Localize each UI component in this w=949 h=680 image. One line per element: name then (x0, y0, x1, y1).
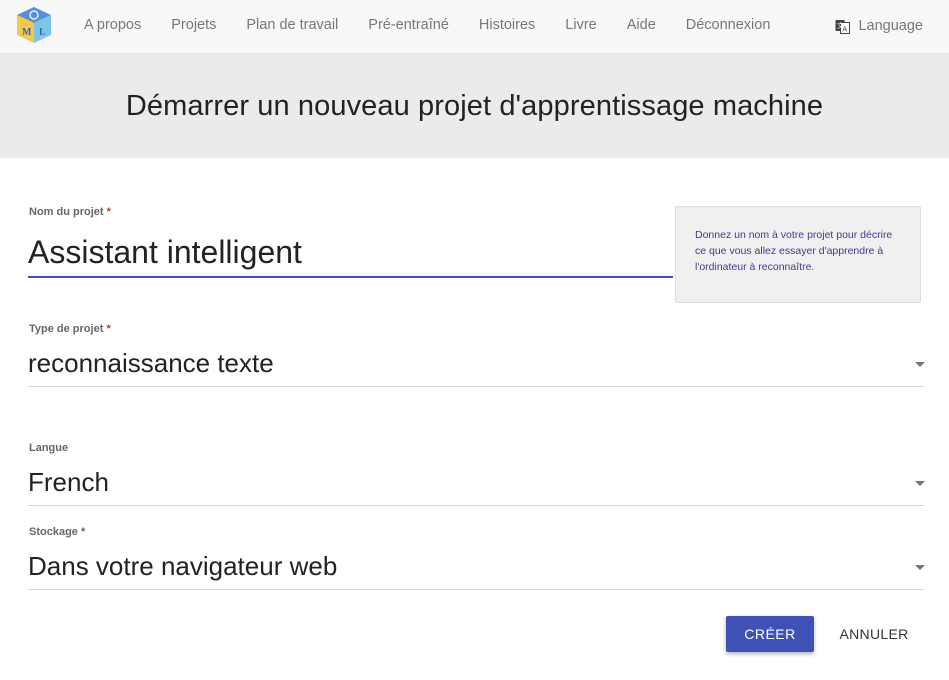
nav-link-pretrained[interactable]: Pré-entraîné (353, 0, 464, 50)
project-type-dropdown-icon[interactable] (915, 362, 925, 367)
language-label: Language (858, 18, 923, 34)
project-name-label-text: Nom du projet (29, 206, 104, 218)
app-logo[interactable]: M L (14, 5, 54, 45)
storage-label-text: Stockage (29, 526, 78, 538)
top-navbar: M L A propos Projets Plan de travail Pré… (0, 0, 949, 54)
ml-logo-icon: M L (17, 7, 51, 43)
svg-text:L: L (39, 27, 46, 38)
storage-select[interactable]: Dans votre navigateur web (28, 551, 337, 582)
language-underline (28, 505, 924, 506)
nav-link-help[interactable]: Aide (612, 0, 671, 50)
nav-links: A propos Projets Plan de travail Pré-ent… (69, 0, 785, 50)
svg-text:M: M (22, 27, 32, 38)
project-type-select[interactable]: reconnaissance texte (28, 348, 274, 379)
storage-underline (28, 589, 924, 590)
required-mark: * (80, 526, 86, 538)
project-name-hint: Donnez un nom à votre projet pour décrir… (675, 206, 921, 303)
required-mark: * (106, 323, 111, 335)
nav-link-projects[interactable]: Projets (156, 0, 231, 50)
project-type-underline (28, 386, 924, 387)
storage-dropdown-icon[interactable] (915, 565, 925, 570)
page-title: Démarrer un nouveau projet d'apprentissa… (125, 89, 824, 122)
page-header: Démarrer un nouveau projet d'apprentissa… (0, 54, 949, 158)
project-name-label: Nom du projet * (29, 206, 111, 218)
language-dropdown-icon[interactable] (915, 481, 925, 486)
nav-link-book[interactable]: Livre (550, 0, 611, 50)
project-name-underline (28, 276, 673, 278)
project-type-label-text: Type de projet (29, 323, 104, 335)
nav-link-worksheets[interactable]: Plan de travail (231, 0, 353, 50)
translate-icon: 文 A (835, 19, 851, 34)
storage-label: Stockage * (29, 526, 85, 538)
language-select[interactable]: French (28, 467, 109, 498)
project-type-label: Type de projet * (29, 323, 111, 335)
nav-link-about[interactable]: A propos (69, 0, 156, 50)
cancel-button[interactable]: ANNULER (828, 616, 920, 652)
language-menu[interactable]: 文 A Language (835, 0, 923, 52)
nav-link-stories[interactable]: Histoires (464, 0, 550, 50)
svg-text:A: A (843, 26, 848, 33)
project-name-input[interactable] (28, 230, 668, 274)
create-button[interactable]: CRÉER (726, 616, 814, 652)
required-mark: * (106, 206, 111, 218)
nav-link-logout[interactable]: Déconnexion (671, 0, 786, 50)
language-label: Langue (29, 442, 69, 454)
